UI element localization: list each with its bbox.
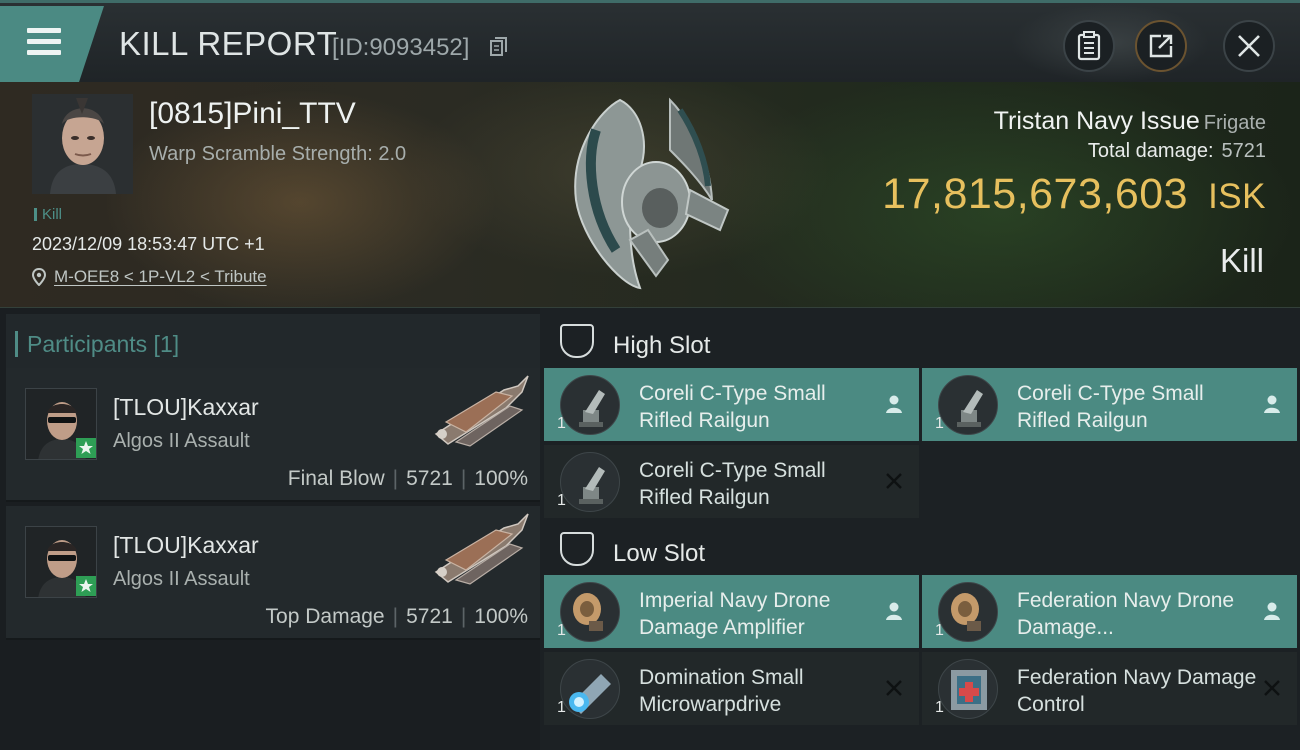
railgun-icon	[560, 375, 620, 435]
copy-icon[interactable]	[490, 37, 508, 57]
module-name: Federation Navy Damage Control	[1017, 666, 1257, 716]
microwarpdrive-icon	[560, 659, 620, 719]
isk-amount: 17,815,673,603	[882, 170, 1189, 218]
destroyed-x-icon	[886, 473, 902, 489]
location-pin-icon	[32, 268, 46, 286]
module-name: Coreli C-Type Small Rifled Railgun	[1017, 382, 1204, 432]
kill-tag: Kill	[34, 206, 62, 223]
railgun-icon	[938, 375, 998, 435]
total-damage: Total damage: 5721	[1088, 140, 1266, 163]
module-item[interactable]: 1 Federation Navy Drone Damage...	[922, 575, 1297, 648]
module-quantity: 1	[557, 415, 566, 432]
stats-divider: |	[392, 467, 399, 490]
participant-role: Top Damage	[265, 605, 385, 628]
participant-stats: Top Damage | 5721 | 100%	[266, 605, 528, 629]
participants-panel: Participants [1] [TLOU]Kaxxar Algos II A…	[0, 308, 540, 750]
module-quantity: 1	[557, 492, 566, 509]
high-slot-icon	[560, 324, 594, 358]
clipboard-button[interactable]	[1063, 20, 1115, 72]
module-name: Imperial Navy Drone Damage Amplifier	[639, 589, 831, 639]
person-icon	[1264, 602, 1280, 620]
participant-stats: Final Blow | 5721 | 100%	[288, 467, 528, 491]
person-icon	[886, 602, 902, 620]
participant-card[interactable]: [TLOU]Kaxxar Algos II Assault Final Blow…	[6, 368, 540, 502]
isk-value: 17,815,673,603 ISK	[882, 170, 1266, 219]
participant-damage: 5721	[406, 605, 453, 628]
pilot-portrait-image	[32, 94, 133, 194]
participant-ship-image[interactable]	[426, 510, 536, 586]
participants-header[interactable]: Participants [1]	[6, 314, 540, 372]
ship-class: Frigate	[1203, 112, 1266, 134]
victim-portrait[interactable]	[32, 94, 133, 194]
report-id: [ID:9093452]	[332, 34, 470, 61]
module-quantity: 1	[935, 415, 944, 432]
total-damage-label: Total damage:	[1087, 140, 1214, 162]
kill-type: Kill	[1219, 242, 1264, 279]
module-name: Domination Small Microwarpdrive	[639, 666, 804, 716]
low-slot-title: Low Slot	[613, 540, 706, 567]
module-item[interactable]: 1 Coreli C-Type Small Rifled Railgun	[544, 445, 919, 518]
menu-button[interactable]	[0, 6, 104, 82]
drone-amplifier-icon	[560, 582, 620, 642]
total-damage-value: 5721	[1221, 140, 1267, 162]
module-item[interactable]: 1 Coreli C-Type Small Rifled Railgun	[922, 368, 1297, 441]
close-button[interactable]	[1223, 20, 1275, 72]
title-bar: KILL REPORT [ID:9093452]	[0, 0, 1300, 83]
clipboard-icon	[1077, 31, 1101, 61]
window-title: KILL REPORT	[119, 25, 338, 62]
close-icon	[1238, 35, 1260, 57]
module-name: Coreli C-Type Small Rifled Railgun	[639, 459, 826, 509]
destroyed-x-icon	[886, 680, 902, 696]
fitting-panel: High Slot 1 Coreli C-Type Small Rifled R…	[540, 308, 1300, 750]
stats-divider: |	[460, 467, 467, 490]
participants-title: Participants [1]	[14, 331, 180, 357]
module-quantity: 1	[557, 699, 566, 716]
participant-name[interactable]: [TLOU]Kaxxar	[113, 394, 259, 421]
module-quantity: 1	[935, 622, 944, 639]
corp-star-icon	[76, 438, 96, 458]
person-icon	[1264, 395, 1280, 413]
victim-name[interactable]: [0815]Pini_TTV	[149, 97, 356, 131]
kill-location[interactable]: M-OEE8 < 1P-VL2 < Tribute	[32, 267, 267, 287]
warp-scramble-strength: Warp Scramble Strength: 2.0	[149, 143, 407, 165]
participant-percent: 100%	[474, 467, 528, 490]
person-icon	[886, 395, 902, 413]
module-quantity: 1	[557, 622, 566, 639]
module-quantity: 1	[935, 699, 944, 716]
victim-ship-name[interactable]: Tristan Navy Issue Frigate	[994, 107, 1266, 136]
participant-ship: Algos II Assault	[113, 568, 250, 590]
railgun-icon	[560, 452, 620, 512]
damage-control-icon	[938, 659, 998, 719]
participant-percent: 100%	[474, 605, 528, 628]
module-item[interactable]: 1 Imperial Navy Drone Damage Amplifier	[544, 575, 919, 648]
participant-ship-image[interactable]	[426, 372, 536, 448]
destroyed-x-icon	[1264, 680, 1280, 696]
participant-card[interactable]: [TLOU]Kaxxar Algos II Assault Top Damage…	[6, 506, 540, 640]
drone-amplifier-icon	[938, 582, 998, 642]
participant-role: Final Blow	[287, 467, 385, 490]
share-button[interactable]	[1135, 20, 1187, 72]
location-link[interactable]: M-OEE8 < 1P-VL2 < Tribute	[54, 267, 267, 286]
stats-divider: |	[460, 605, 467, 628]
corp-star-icon	[76, 576, 96, 596]
share-icon	[1149, 34, 1173, 58]
participant-name[interactable]: [TLOU]Kaxxar	[113, 532, 259, 559]
module-item[interactable]: 1 Coreli C-Type Small Rifled Railgun	[544, 368, 919, 441]
low-slot-icon	[560, 532, 594, 566]
stats-divider: |	[392, 605, 399, 628]
victim-banner: [0815]Pini_TTV Warp Scramble Strength: 2…	[0, 82, 1300, 308]
module-item[interactable]: 1 Domination Small Microwarpdrive	[544, 652, 919, 725]
participant-damage: 5721	[406, 467, 453, 490]
module-item[interactable]: 1 Federation Navy Damage Control	[922, 652, 1297, 725]
high-slot-title: High Slot	[613, 332, 711, 359]
participant-ship: Algos II Assault	[113, 430, 250, 452]
isk-unit: ISK	[1208, 177, 1266, 216]
hamburger-icon	[27, 28, 61, 61]
ship-name-text: Tristan Navy Issue	[993, 107, 1200, 135]
module-name: Federation Navy Drone Damage...	[1017, 589, 1235, 639]
module-name: Coreli C-Type Small Rifled Railgun	[639, 382, 826, 432]
kill-datetime: 2023/12/09 18:53:47 UTC +1	[32, 234, 265, 254]
victim-ship-image[interactable]	[560, 90, 740, 290]
